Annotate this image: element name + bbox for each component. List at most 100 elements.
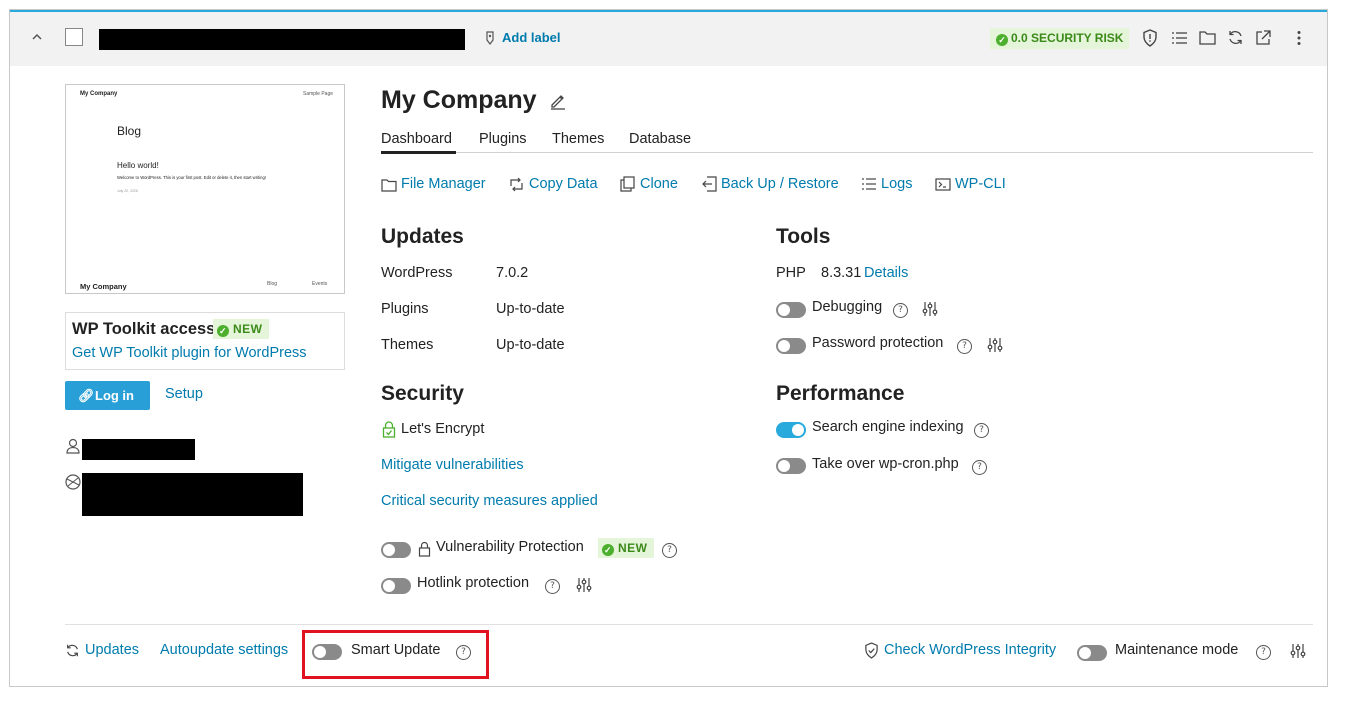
wp-toolkit-new-badge: ✓ NEW bbox=[213, 319, 269, 339]
active-tab-indicator bbox=[381, 151, 456, 154]
hotlink-protection-label: Hotlink protection bbox=[417, 575, 530, 591]
site-preview-thumbnail[interactable]: My Company Sample Page Blog Hello world!… bbox=[65, 84, 345, 294]
security-risk-badge[interactable]: ✓ 0.0 SECURITY RISK bbox=[990, 28, 1130, 49]
security-risk-label: 0.0 SECURITY RISK bbox=[1011, 31, 1124, 45]
autoupdate-settings-link[interactable]: Autoupdate settings bbox=[160, 642, 288, 658]
search-engine-indexing-label: Search engine indexing bbox=[812, 419, 964, 435]
help-icon[interactable]: ? bbox=[545, 579, 560, 594]
wp-toolkit-access-title: WP Toolkit access bbox=[72, 320, 216, 338]
help-icon[interactable]: ? bbox=[662, 543, 677, 558]
file-manager-link[interactable]: File Manager bbox=[401, 176, 486, 192]
preview-site-name: My Company bbox=[80, 91, 118, 97]
updates-plugins-value: Up-to-date bbox=[496, 301, 565, 317]
lock-green-icon bbox=[382, 421, 396, 443]
password-protection-label: Password protection bbox=[812, 335, 944, 351]
open-external-icon[interactable] bbox=[1255, 29, 1272, 51]
wp-cron-toggle[interactable] bbox=[776, 458, 806, 474]
updates-themes-label: Themes bbox=[381, 337, 434, 353]
debugging-toggle[interactable] bbox=[776, 302, 806, 318]
site-title: My Company bbox=[381, 86, 537, 114]
maintenance-mode-toggle[interactable] bbox=[1077, 645, 1107, 661]
list-icon[interactable] bbox=[1171, 30, 1188, 51]
tab-plugins[interactable]: Plugins bbox=[479, 131, 527, 147]
tag-icon bbox=[484, 31, 496, 50]
tab-database[interactable]: Database bbox=[629, 131, 691, 147]
shield-check-icon bbox=[864, 642, 879, 664]
smart-update-toggle[interactable] bbox=[312, 644, 342, 660]
clone-link[interactable]: Clone bbox=[640, 176, 678, 192]
refresh-icon[interactable] bbox=[1227, 29, 1244, 51]
more-vertical-icon[interactable] bbox=[1296, 30, 1302, 51]
logs-link[interactable]: Logs bbox=[881, 176, 912, 192]
folder-icon[interactable] bbox=[1199, 30, 1216, 50]
search-engine-indexing-toggle[interactable] bbox=[776, 422, 806, 438]
redacted-username bbox=[82, 439, 195, 460]
check-circle-icon: ✓ bbox=[602, 544, 614, 556]
tab-dashboard[interactable]: Dashboard bbox=[381, 131, 452, 147]
help-icon[interactable]: ? bbox=[974, 423, 989, 438]
footer-updates-link[interactable]: Updates bbox=[85, 642, 139, 658]
php-version: 8.3.31 bbox=[821, 265, 862, 281]
help-icon[interactable]: ? bbox=[893, 303, 908, 318]
settings-sliders-icon[interactable] bbox=[1290, 643, 1306, 664]
link-icon: 🔗︎ bbox=[78, 388, 95, 403]
log-in-button[interactable]: 🔗︎ Log in bbox=[65, 381, 150, 410]
hotlink-protection-toggle[interactable] bbox=[381, 578, 411, 594]
setup-link[interactable]: Setup bbox=[165, 386, 203, 402]
redacted-url bbox=[82, 473, 303, 516]
maintenance-mode-label: Maintenance mode bbox=[1115, 642, 1239, 658]
settings-sliders-icon[interactable] bbox=[987, 337, 1003, 358]
shield-icon[interactable] bbox=[1142, 29, 1158, 52]
tab-themes[interactable]: Themes bbox=[552, 131, 604, 147]
copy-data-icon bbox=[509, 177, 524, 197]
wp-cron-label: Take over wp-cron.php bbox=[812, 456, 959, 472]
preview-footer-name: My Company bbox=[80, 282, 127, 291]
check-circle-icon: ✓ bbox=[217, 325, 229, 337]
edit-pencil-icon[interactable] bbox=[549, 92, 567, 115]
settings-sliders-icon[interactable] bbox=[922, 301, 938, 322]
logs-icon bbox=[861, 177, 877, 196]
help-icon[interactable]: ? bbox=[1256, 645, 1271, 660]
mitigate-vulnerabilities-link[interactable]: Mitigate vulnerabilities bbox=[381, 457, 524, 473]
updates-themes-value: Up-to-date bbox=[496, 337, 565, 353]
php-details-link[interactable]: Details bbox=[864, 265, 908, 281]
copy-data-link[interactable]: Copy Data bbox=[529, 176, 598, 192]
user-icon bbox=[66, 438, 80, 459]
vulnerability-protection-toggle[interactable] bbox=[381, 542, 411, 558]
clone-icon bbox=[620, 176, 635, 197]
backup-restore-icon bbox=[702, 176, 717, 197]
settings-sliders-icon[interactable] bbox=[576, 577, 592, 598]
footer-divider bbox=[65, 624, 1313, 625]
updates-plugins-label: Plugins bbox=[381, 301, 429, 317]
check-circle-icon: ✓ bbox=[996, 34, 1008, 46]
preview-blog-heading: Blog bbox=[117, 124, 142, 138]
critical-security-link[interactable]: Critical security measures applied bbox=[381, 493, 598, 509]
collapse-chevron-icon[interactable] bbox=[31, 30, 43, 42]
backup-restore-link[interactable]: Back Up / Restore bbox=[721, 176, 839, 192]
globe-icon bbox=[65, 474, 81, 495]
help-icon[interactable]: ? bbox=[456, 645, 471, 660]
password-protection-toggle[interactable] bbox=[776, 338, 806, 354]
preview-footer-blog: Blog bbox=[267, 281, 278, 287]
tabs-underline bbox=[381, 152, 1313, 153]
add-label-link[interactable]: Add label bbox=[502, 30, 561, 45]
help-icon[interactable]: ? bbox=[972, 460, 987, 475]
lock-icon bbox=[418, 541, 431, 562]
check-wordpress-integrity-link[interactable]: Check WordPress Integrity bbox=[884, 642, 1056, 658]
debugging-label: Debugging bbox=[812, 299, 883, 315]
refresh-icon bbox=[65, 643, 80, 663]
help-icon[interactable]: ? bbox=[957, 339, 972, 354]
tools-heading: Tools bbox=[776, 225, 831, 248]
terminal-icon bbox=[935, 178, 951, 196]
preview-footer-events: Events bbox=[312, 281, 328, 287]
preview-sample-page: Sample Page bbox=[303, 91, 334, 97]
vulnerability-protection-label: Vulnerability Protection bbox=[436, 539, 584, 555]
get-wp-toolkit-link[interactable]: Get WP Toolkit plugin for WordPress bbox=[72, 345, 307, 361]
preview-post-title: Hello world! bbox=[117, 161, 159, 170]
preview-post-text: Welcome to WordPress. This is your first… bbox=[117, 175, 266, 180]
updates-wordpress-label: WordPress bbox=[381, 265, 453, 281]
wp-cli-link[interactable]: WP-CLI bbox=[955, 176, 1006, 192]
log-in-label: Log in bbox=[95, 388, 134, 403]
performance-heading: Performance bbox=[776, 382, 905, 405]
select-checkbox[interactable] bbox=[65, 28, 83, 46]
